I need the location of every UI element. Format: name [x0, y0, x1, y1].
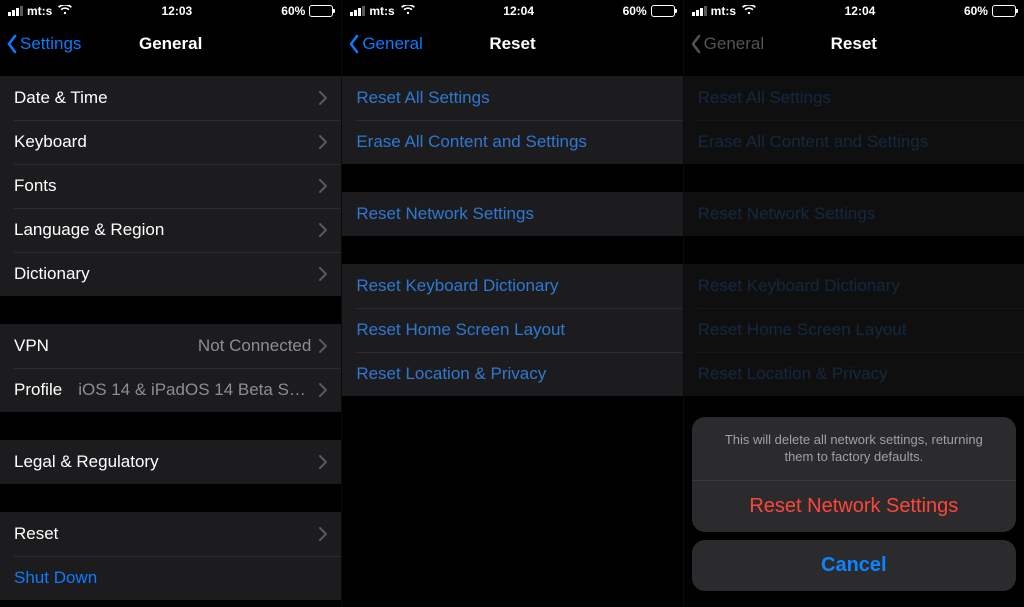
back-button[interactable]: Settings: [6, 22, 81, 66]
chevron-right-icon: [319, 527, 327, 541]
pane-reset-sheet: mt:s 12:04 60% General Reset Reset All S…: [683, 0, 1024, 607]
status-battery-percent: 60%: [964, 4, 988, 18]
nav-title: Reset: [489, 34, 535, 54]
row-reset-home-layout: Reset Home Screen Layout: [684, 308, 1024, 352]
wifi-icon: [58, 4, 72, 18]
battery-icon: [992, 5, 1016, 17]
status-bar: mt:s 12:04 60%: [684, 0, 1024, 22]
signal-icon: [692, 6, 707, 16]
status-carrier: mt:s: [27, 4, 52, 18]
row-fonts[interactable]: Fonts: [0, 164, 341, 208]
back-label: General: [362, 34, 422, 54]
chevron-left-icon: [690, 34, 702, 54]
chevron-right-icon: [319, 135, 327, 149]
dimmed-background: Reset All Settings Erase All Content and…: [684, 76, 1024, 396]
battery-icon: [309, 5, 333, 17]
row-reset-location-privacy: Reset Location & Privacy: [684, 352, 1024, 396]
back-button: General: [690, 22, 764, 66]
status-battery-percent: 60%: [281, 4, 305, 18]
chevron-right-icon: [319, 179, 327, 193]
row-profile[interactable]: Profile iOS 14 & iPadOS 14 Beta Softwar.…: [0, 368, 341, 412]
wifi-icon: [401, 4, 415, 18]
chevron-right-icon: [319, 455, 327, 469]
back-button[interactable]: General: [348, 22, 422, 66]
chevron-left-icon: [348, 34, 360, 54]
status-battery-percent: 60%: [623, 4, 647, 18]
row-language-region[interactable]: Language & Region: [0, 208, 341, 252]
action-sheet: This will delete all network settings, r…: [692, 417, 1016, 599]
wifi-icon: [742, 4, 756, 18]
back-label: Settings: [20, 34, 81, 54]
status-carrier: mt:s: [711, 4, 736, 18]
row-reset-all[interactable]: Reset All Settings: [342, 76, 682, 120]
sheet-cancel[interactable]: Cancel: [692, 540, 1016, 591]
nav-header: Settings General: [0, 22, 341, 66]
status-time: 12:04: [503, 4, 534, 18]
row-reset-location-privacy[interactable]: Reset Location & Privacy: [342, 352, 682, 396]
pane-general: mt:s 12:03 60% Settings General Date & T…: [0, 0, 341, 607]
sheet-message: This will delete all network settings, r…: [692, 417, 1016, 480]
row-erase-all: Erase All Content and Settings: [684, 120, 1024, 164]
nav-header: General Reset: [342, 22, 682, 66]
row-reset[interactable]: Reset: [0, 512, 341, 556]
battery-icon: [651, 5, 675, 17]
row-reset-home-layout[interactable]: Reset Home Screen Layout: [342, 308, 682, 352]
status-bar: mt:s 12:04 60%: [342, 0, 682, 22]
chevron-right-icon: [319, 267, 327, 281]
row-keyboard[interactable]: Keyboard: [0, 120, 341, 164]
sheet-reset-network[interactable]: Reset Network Settings: [692, 481, 1016, 532]
row-reset-network[interactable]: Reset Network Settings: [342, 192, 682, 236]
row-legal[interactable]: Legal & Regulatory: [0, 440, 341, 484]
chevron-left-icon: [6, 34, 18, 54]
chevron-right-icon: [319, 383, 327, 397]
nav-header: General Reset: [684, 22, 1024, 66]
row-erase-all[interactable]: Erase All Content and Settings: [342, 120, 682, 164]
status-carrier: mt:s: [369, 4, 394, 18]
status-time: 12:03: [161, 4, 192, 18]
row-reset-network: Reset Network Settings: [684, 192, 1024, 236]
chevron-right-icon: [319, 91, 327, 105]
vpn-detail: Not Connected: [198, 336, 311, 356]
nav-title: General: [139, 34, 202, 54]
row-reset-all: Reset All Settings: [684, 76, 1024, 120]
signal-icon: [350, 6, 365, 16]
row-vpn[interactable]: VPN Not Connected: [0, 324, 341, 368]
row-shutdown[interactable]: Shut Down: [0, 556, 341, 600]
signal-icon: [8, 6, 23, 16]
status-bar: mt:s 12:03 60%: [0, 0, 341, 22]
profile-detail: iOS 14 & iPadOS 14 Beta Softwar...: [78, 380, 311, 400]
row-reset-keyboard-dict: Reset Keyboard Dictionary: [684, 264, 1024, 308]
back-label: General: [704, 34, 764, 54]
status-time: 12:04: [845, 4, 876, 18]
chevron-right-icon: [319, 339, 327, 353]
chevron-right-icon: [319, 223, 327, 237]
row-reset-keyboard-dict[interactable]: Reset Keyboard Dictionary: [342, 264, 682, 308]
row-dictionary[interactable]: Dictionary: [0, 252, 341, 296]
row-date-time[interactable]: Date & Time: [0, 76, 341, 120]
nav-title: Reset: [831, 34, 877, 54]
pane-reset: mt:s 12:04 60% General Reset Reset All S…: [341, 0, 682, 607]
